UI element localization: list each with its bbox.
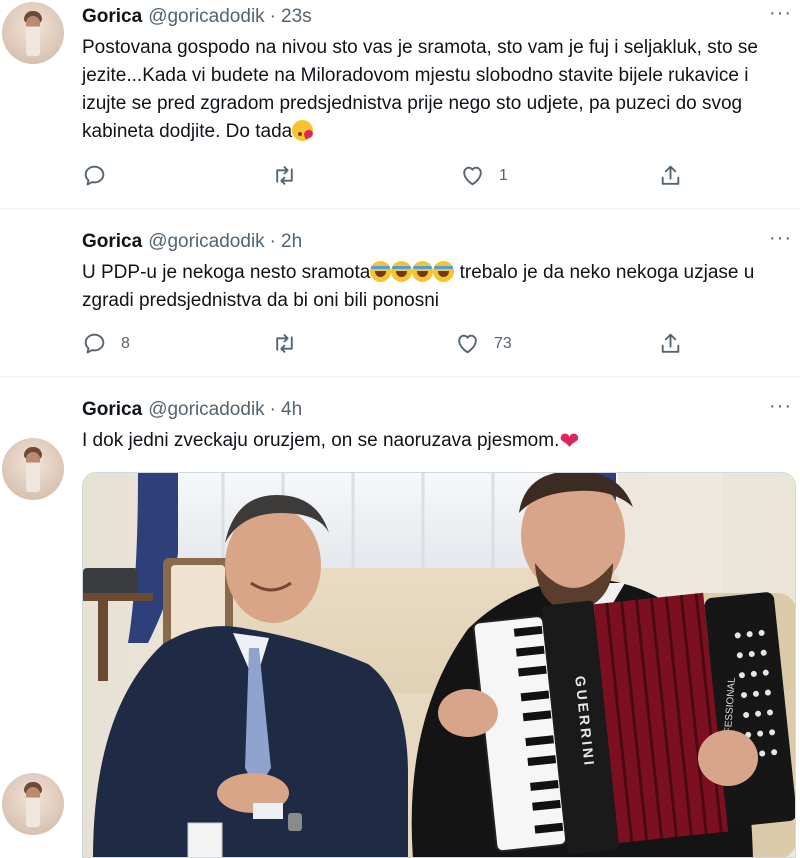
timestamp[interactable]: 23s [281,6,312,28]
share-button[interactable] [658,163,683,188]
tweet-header: Gorica @goricadodik · 2h [82,231,302,255]
tweet-header: Gorica @goricadodik · 4h [82,399,302,423]
reply-button[interactable]: 8 [82,331,130,356]
tweet-text-before: U PDP-u je nekoga nesto sramota [82,262,371,283]
tweet-media-photo[interactable]: GUERRINI PROFESSIONAL [82,472,796,858]
photo-illustration: GUERRINI PROFESSIONAL [83,473,795,857]
face-blowing-kiss-icon [292,120,314,141]
retweet-icon [276,166,293,185]
tweet-text: I dok jedni zveckaju oruzjem, on se naor… [82,427,782,456]
rolling-laughing-icon [433,261,455,282]
tweet-actions: 8 73 [82,331,682,361]
more-options-icon[interactable]: ··· [769,395,792,418]
display-name[interactable]: Gorica [82,231,142,253]
more-options-icon[interactable]: ··· [769,2,792,25]
like-count: 1 [499,166,508,184]
user-handle[interactable]: @goricadodik [148,6,264,28]
tweet-2[interactable]: Gorica @goricadodik · 2h ··· U PDP-u je … [0,209,800,500]
avatar[interactable] [2,2,64,64]
avatar[interactable] [2,773,64,835]
tweet-actions: 1 [82,163,682,193]
separator: · [269,231,276,252]
separator: · [269,6,276,27]
reply-icon [84,165,105,186]
reply-icon [84,333,105,354]
separator: · [269,399,276,420]
retweet-button[interactable] [272,163,311,188]
like-button[interactable]: 1 [460,163,508,188]
timestamp[interactable]: 4h [281,399,302,421]
user-handle[interactable]: @goricadodik [148,231,264,253]
reply-button[interactable] [82,163,121,188]
tweet-text-body: Postovana gospodo na nivou sto vas je sr… [82,37,758,142]
rolling-laughing-icon [412,261,434,282]
red-heart-icon: ❤ [559,428,580,455]
share-icon [661,333,680,353]
tweet-text: Postovana gospodo na nivou sto vas je sr… [82,34,782,146]
tweet-header: Gorica @goricadodik · 23s [82,6,312,30]
timestamp[interactable]: 2h [281,231,302,253]
retweet-button[interactable] [272,331,311,356]
rolling-laughing-icon [391,261,413,282]
share-icon [661,165,680,185]
display-name[interactable]: Gorica [82,6,142,28]
share-button[interactable] [658,331,683,356]
reply-count: 8 [121,334,130,352]
tweet-1[interactable]: Gorica @goricadodik · 23s ··· Postovana … [0,0,800,209]
tweet-text: U PDP-u je nekoga nesto sramota trebalo … [82,259,782,315]
user-handle[interactable]: @goricadodik [148,399,264,421]
rolling-laughing-icon [370,261,392,282]
more-options-icon[interactable]: ··· [769,227,792,250]
tweet-text-body: I dok jedni zveckaju oruzjem, on se naor… [82,430,560,451]
display-name[interactable]: Gorica [82,399,142,421]
like-button[interactable]: 73 [455,331,512,356]
like-count: 73 [494,334,512,352]
retweet-icon [276,334,293,353]
heart-icon [458,334,477,354]
heart-icon [463,166,482,186]
